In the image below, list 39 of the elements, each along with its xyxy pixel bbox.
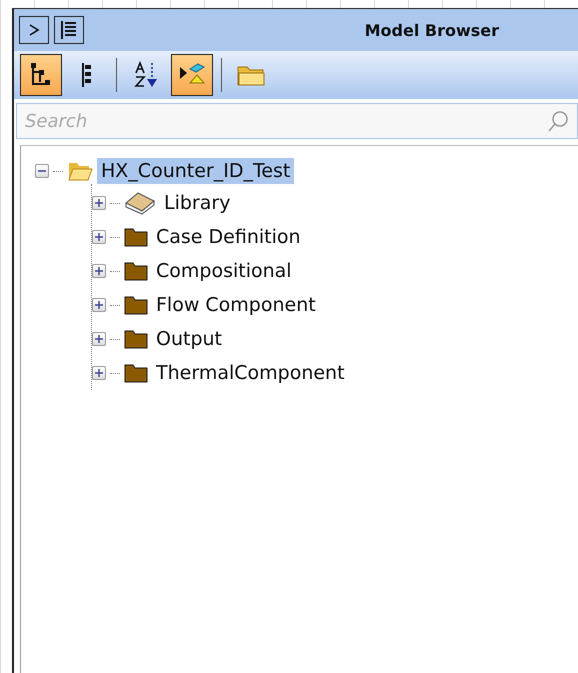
sort-icon [133,61,159,89]
expander-toggle[interactable] [92,196,106,210]
folder-icon [124,261,148,281]
expand-button[interactable] [19,16,49,44]
expander-toggle[interactable] [92,230,106,244]
tree-item[interactable]: Compositional [152,258,296,284]
expander-toggle[interactable] [92,264,106,278]
folder-icon [124,329,148,349]
plus-icon [95,267,103,275]
tree-item[interactable]: ThermalComponent [152,360,349,386]
plus-icon [95,369,103,377]
expander-toggle[interactable] [92,298,106,312]
folder-icon [124,295,148,315]
search-icon [546,109,570,133]
menu-icon [60,20,78,40]
tree-view-icon [30,62,52,88]
plus-icon [95,301,103,309]
tree-item[interactable]: Flow Component [152,292,320,318]
list-view-icon [81,62,93,88]
plus-icon [95,199,103,207]
folder-icon [124,227,148,247]
tree-item[interactable]: HX_Counter_ID_Test [97,158,294,184]
expander-toggle[interactable] [35,164,49,178]
search-field[interactable]: Search [16,103,578,139]
tree-item[interactable]: Case Definition [152,224,305,250]
open-folder-icon [67,160,93,182]
toggle-button[interactable] [20,54,62,96]
tree-item[interactable]: Library [160,190,234,216]
plus-icon [95,335,103,343]
chevron-icon [27,23,41,37]
menu-button[interactable] [54,16,84,44]
expander-toggle[interactable] [92,366,106,380]
book-icon [124,191,156,215]
window-title: Model Browser [364,20,499,40]
plus-icon [95,233,103,241]
folder-icon [124,363,148,383]
toggle-button[interactable] [171,54,213,96]
tree-item[interactable]: Output [152,326,226,352]
expander-toggle[interactable] [92,332,106,346]
